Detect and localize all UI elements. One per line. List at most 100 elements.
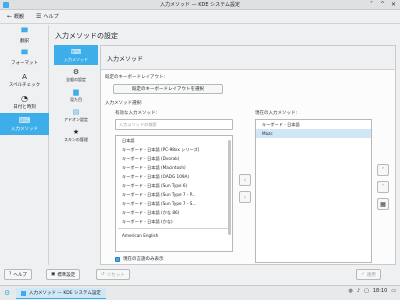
bottom-bar: ? ヘルプ ▣ 標準設定 ↺ リセット ✓ 適用 (0, 268, 400, 282)
list-item[interactable]: キーボード - 日本語 (かな 86) (116, 208, 232, 217)
checkbox-label: 現在の言語のみ表示 (123, 257, 164, 262)
subnav-item-addons[interactable]: ▤ アドオン設定 (54, 105, 98, 125)
list-item[interactable]: キーボード - 日本語 (かな) (116, 217, 232, 226)
sidebar-item-label: 入力メソッド (11, 126, 38, 132)
defaults-button-label: 標準設定 (57, 272, 76, 278)
system-tray: ◍ ♪ ▢ 18:10 ▭ (349, 288, 396, 294)
search-input[interactable]: 入力メソッドの検索 (115, 119, 233, 130)
taskbar-task[interactable]: 入力メソッド — KDE システム設定 (16, 288, 106, 299)
list-item[interactable]: キーボード - 日本語 (Sun Type 7 - P... (116, 190, 232, 199)
list-item[interactable]: キーボード - 日本語 (PC-98xx シリーズ) (116, 145, 232, 154)
sidebar-item-label: フォーマット (11, 60, 38, 66)
clock[interactable]: 18:10 (373, 288, 387, 294)
back-label: 概観 (14, 14, 25, 20)
sidebar-item-label: 翻訳 (20, 38, 29, 44)
list-group-header: 日本語 (122, 137, 135, 143)
window-controls: ˅ ^ ✕ (368, 1, 397, 8)
subnav-item-input-method[interactable]: ⌨ 入力メソッド (54, 45, 98, 65)
current-label: 現在の入力メソッド: (255, 111, 298, 116)
back-arrow-icon: ← (7, 13, 13, 20)
volume-icon[interactable]: ♪ (357, 288, 360, 294)
reset-button[interactable]: ↺ リセット (96, 269, 130, 280)
toolbar: ← 概観 ☰ ヘルプ (0, 10, 400, 24)
subnav-item-label: スキンの管理 (64, 136, 88, 142)
select-default-layout-button[interactable]: 既定のキーボードレイアウトを選択 (113, 84, 223, 94)
chevron-up-icon: ˄ (381, 166, 385, 174)
current-methods-list[interactable]: キーボード - 日本語 Mozc (255, 119, 372, 263)
star-icon: ★ (72, 127, 80, 136)
maximize-icon[interactable]: ^ (379, 1, 386, 8)
list-item[interactable]: キーボード - 日本語 (OADG 109A) (116, 172, 232, 181)
subnav-item-appearance[interactable]: ▆ 見た目 (54, 85, 98, 105)
add-method-button[interactable]: › (239, 191, 251, 203)
keyboard-icon: ⌨ (70, 47, 82, 56)
help-icon: ? (9, 272, 12, 277)
list-item-selected[interactable]: Mozc (256, 129, 371, 138)
appearance-icon: ▆ (73, 87, 79, 96)
move-up-button[interactable]: ˄ (377, 164, 389, 176)
list-item[interactable]: キーボード - 日本語 (Dvorak) (116, 154, 232, 163)
list-item[interactable]: キーボード - 日本語 (256, 120, 371, 129)
move-down-button[interactable]: ˅ (377, 181, 389, 193)
only-current-language-checkbox[interactable]: 現在の言語のみ表示 (115, 256, 164, 262)
divider (118, 228, 230, 229)
select-label: 入力メソッド選択: (105, 101, 143, 106)
sidebar: ▀ 翻訳 ▀ フォーマット A スペルチェック ◔ 日付と時刻 ⌨ 入力メソッド (0, 25, 49, 265)
list-item[interactable]: キーボード - 日本語 (Sun Type 6) (116, 181, 232, 190)
subnav-item-skins[interactable]: ★ スキンの管理 (54, 125, 98, 145)
chevron-down-icon: ˅ (381, 183, 385, 191)
sidebar-item-input-method[interactable]: ⌨ 入力メソッド (0, 113, 49, 135)
help-menu-button[interactable]: ☰ ヘルプ (33, 12, 61, 21)
subnav-item-general[interactable]: ⚙ 全般の設定 (54, 65, 98, 85)
subnav: ⌨ 入力メソッド ⚙ 全般の設定 ▆ 見た目 ▤ アドオン設定 ★ スキンの管理 (54, 45, 98, 265)
apply-icon: ✓ (361, 272, 365, 277)
reset-button-label: リセット (106, 272, 125, 278)
defaults-icon: ▣ (51, 272, 56, 277)
apply-button-label: 適用 (366, 272, 376, 278)
reset-icon: ↺ (101, 272, 105, 277)
app-icon (3, 2, 9, 8)
subnav-item-label: 見た目 (70, 96, 82, 102)
sidebar-item-translations[interactable]: ▀ 翻訳 (0, 25, 49, 47)
sidebar-item-spellcheck[interactable]: A スペルチェック (0, 69, 49, 91)
chevron-right-icon: › (243, 193, 247, 201)
show-desktop-icon[interactable]: ▭ (391, 288, 396, 294)
configure-method-button[interactable]: ▦ (377, 198, 389, 210)
subnav-item-label: 入力メソッド (64, 56, 88, 62)
panel-heading: 入力メソッド (101, 46, 395, 70)
help-button-label: ヘルプ (13, 272, 27, 278)
list-item[interactable]: キーボード - 日本語 (Sun Type 7 - S... (116, 199, 232, 208)
clock-icon: ◔ (21, 94, 28, 103)
subnav-item-label: 全般の設定 (66, 76, 86, 82)
window-titlebar: 入力メソッド — KDE システム設定 ˅ ^ ✕ (0, 0, 400, 10)
speech-bubble-icon: ▀ (21, 50, 28, 59)
close-icon[interactable]: ✕ (390, 1, 397, 8)
help-button[interactable]: ? ヘルプ (4, 269, 32, 280)
back-button[interactable]: ← 概観 (4, 12, 27, 21)
clipboard-icon[interactable]: ▢ (364, 288, 369, 294)
scrollbar-thumb[interactable] (228, 140, 231, 235)
minimize-icon[interactable]: ˅ (368, 1, 375, 8)
available-label: 有効な入力メソッド: (115, 111, 158, 116)
apply-button[interactable]: ✓ 適用 (356, 269, 381, 280)
sidebar-item-datetime[interactable]: ◔ 日付と時刻 (0, 91, 49, 113)
list-item[interactable]: キーボード - 日本語 (Macintosh) (116, 163, 232, 172)
sidebar-item-label: スペルチェック (8, 82, 41, 88)
checkbox-checked-icon (115, 256, 120, 262)
defaults-button[interactable]: ▣ 標準設定 (46, 269, 81, 280)
menu-icon: ☰ (36, 13, 42, 20)
settings-panel: 入力メソッド 既定のキーボードレイアウト: 既定のキーボードレイアウトを選択 入… (100, 45, 396, 265)
addon-icon: ▤ (72, 107, 80, 116)
spellcheck-icon: A (22, 72, 27, 81)
sidebar-item-label: 日付と時刻 (13, 104, 36, 110)
keyboard-icon: ⌨ (18, 116, 31, 125)
task-label: 入力メソッド — KDE システム設定 (29, 291, 101, 296)
default-layout-label: 既定のキーボードレイアウト: (105, 75, 166, 80)
configure-icon: ▦ (380, 200, 386, 208)
available-methods-list[interactable]: 日本語 キーボード - 日本語 (PC-98xx シリーズ) キーボード - 日… (115, 135, 233, 252)
network-icon[interactable]: ◍ (349, 288, 353, 294)
app-launcher-icon[interactable]: ⚙ (4, 289, 10, 297)
help-label: ヘルプ (43, 14, 59, 20)
remove-method-button[interactable]: ‹ (239, 174, 251, 186)
sidebar-item-formats[interactable]: ▀ フォーマット (0, 47, 49, 69)
